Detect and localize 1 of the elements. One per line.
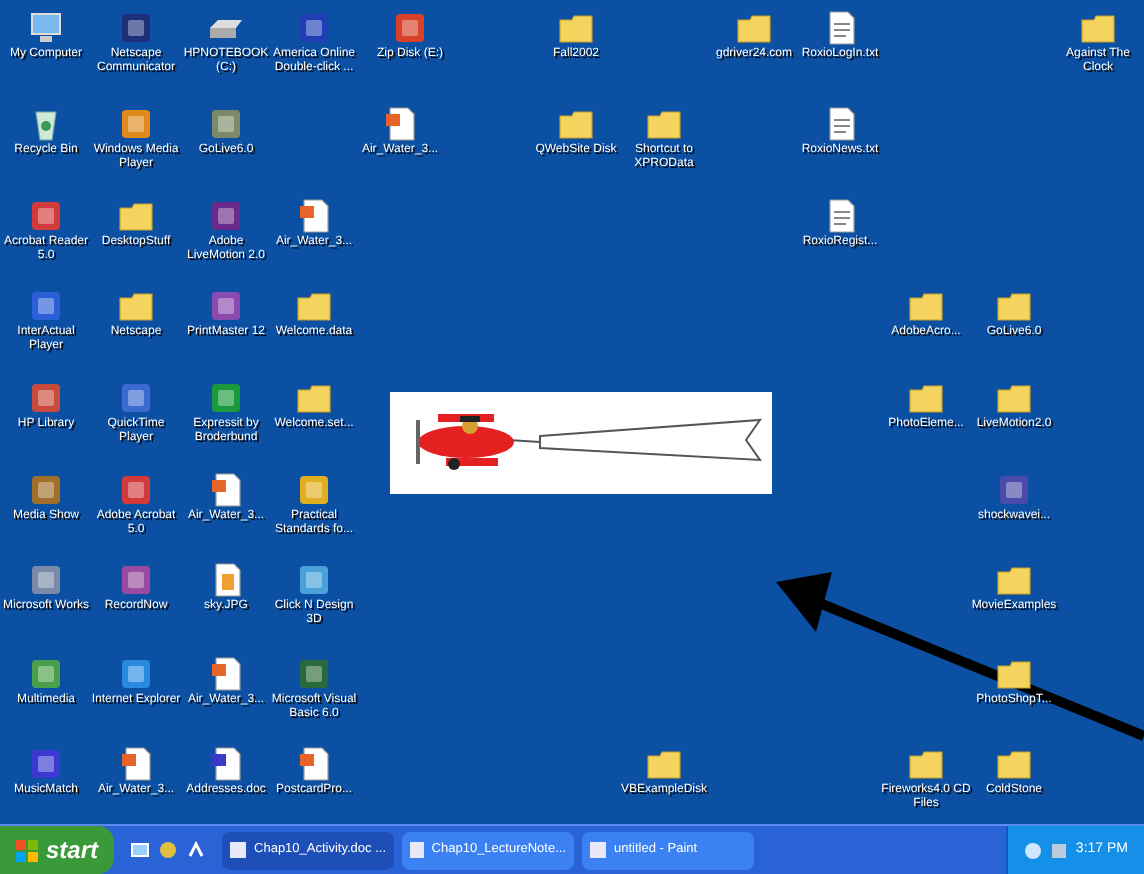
start-button[interactable]: start bbox=[0, 826, 115, 874]
